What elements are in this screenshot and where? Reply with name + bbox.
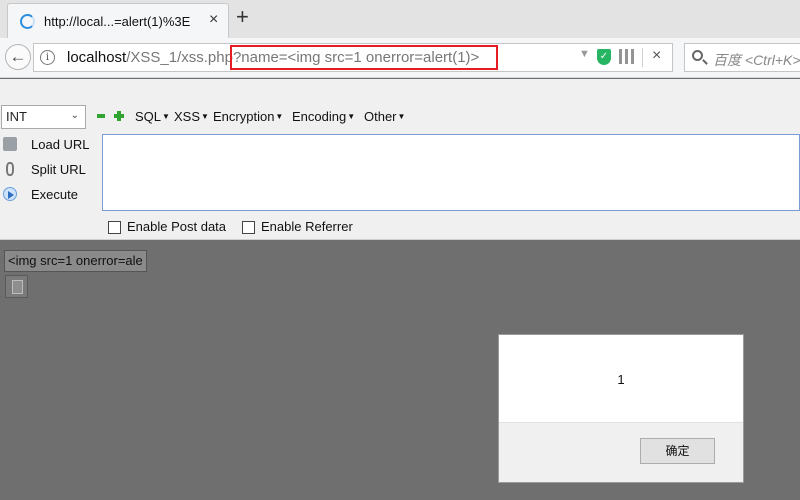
tab-title: http://local...=alert(1)%3E bbox=[44, 14, 191, 29]
search-box[interactable]: 百度 <Ctrl+K> bbox=[684, 43, 800, 72]
broken-image-icon bbox=[5, 275, 28, 298]
qr-code-icon[interactable] bbox=[619, 49, 634, 64]
menu-encryption-label: Encryption bbox=[213, 109, 275, 124]
url-path: /XSS_1/xss.php bbox=[126, 49, 233, 66]
url-host: localhost bbox=[67, 49, 127, 66]
minus-icon[interactable] bbox=[97, 114, 105, 118]
execute-label: Execute bbox=[31, 187, 78, 202]
info-icon[interactable]: i bbox=[40, 50, 55, 65]
split-url-icon bbox=[6, 162, 14, 176]
back-button[interactable]: ← bbox=[5, 44, 31, 70]
search-input[interactable]: 百度 <Ctrl+K> bbox=[713, 50, 800, 70]
load-url-button[interactable]: Load URL bbox=[0, 134, 100, 156]
search-icon bbox=[692, 50, 703, 61]
shield-check-icon[interactable]: ✓ bbox=[597, 49, 611, 65]
arrow-left-icon: ← bbox=[9, 47, 27, 66]
menu-sql-label: SQL bbox=[135, 109, 162, 124]
execute-button[interactable]: Execute bbox=[0, 184, 100, 206]
enable-post-data-label: Enable Post data bbox=[127, 219, 227, 234]
split-url-button[interactable]: Split URL bbox=[0, 159, 100, 181]
execute-play-icon bbox=[3, 187, 17, 201]
type-select-value: INT bbox=[6, 109, 27, 124]
menu-other-label: Other bbox=[364, 109, 397, 124]
split-url-label: Split URL bbox=[31, 162, 86, 177]
toolbar-spacer bbox=[0, 79, 800, 103]
alert-dialog: 1 确定 bbox=[498, 334, 744, 483]
url-bar[interactable]: i localhost/XSS_1/xss.php?name=<img src=… bbox=[33, 43, 673, 72]
checkbox-box[interactable] bbox=[242, 221, 255, 234]
alert-footer: 确定 bbox=[499, 422, 743, 482]
chevron-down-icon: ⌄ bbox=[70, 110, 79, 121]
type-select[interactable]: INT ⌄ bbox=[1, 105, 86, 129]
menu-encoding-label: Encoding bbox=[292, 109, 347, 124]
menu-encryption[interactable]: Encryption▼ bbox=[213, 109, 283, 124]
hackbar-url-textarea[interactable] bbox=[102, 134, 800, 211]
plus-icon[interactable] bbox=[114, 111, 124, 121]
checkbox-box[interactable] bbox=[108, 221, 121, 234]
menu-encoding[interactable]: Encoding▼ bbox=[292, 109, 355, 124]
menu-sql[interactable]: SQL▼ bbox=[135, 109, 170, 124]
tab-bar: http://local...=alert(1)%3E × + bbox=[0, 0, 800, 38]
url-dropdown-icon[interactable]: ▼ bbox=[579, 48, 590, 60]
navigation-bar: ← i localhost/XSS_1/xss.php?name=<img sr… bbox=[0, 38, 800, 78]
divider bbox=[642, 48, 643, 67]
enable-referrer-label: Enable Referrer bbox=[261, 219, 353, 234]
url-clear-icon[interactable]: × bbox=[652, 47, 661, 65]
highlight-box bbox=[230, 45, 498, 70]
menu-other[interactable]: Other▼ bbox=[364, 109, 405, 124]
ok-button[interactable]: 确定 bbox=[640, 438, 715, 464]
tab-close-icon[interactable]: × bbox=[209, 11, 218, 29]
hackbar-panel: INT ⌄ SQL▼ XSS▼ Encryption▼ Encoding▼ Ot… bbox=[0, 103, 800, 240]
load-url-icon bbox=[3, 137, 17, 151]
new-tab-button[interactable]: + bbox=[236, 6, 249, 28]
browser-tab[interactable]: http://local...=alert(1)%3E × bbox=[7, 3, 229, 38]
menu-xss[interactable]: XSS▼ bbox=[174, 109, 209, 124]
menu-xss-label: XSS bbox=[174, 109, 201, 124]
loading-spinner-icon bbox=[20, 14, 35, 29]
rendered-input-text: <img src=1 onerror=ale bbox=[4, 250, 147, 272]
load-url-label: Load URL bbox=[31, 137, 90, 152]
alert-message: 1 bbox=[617, 372, 625, 387]
